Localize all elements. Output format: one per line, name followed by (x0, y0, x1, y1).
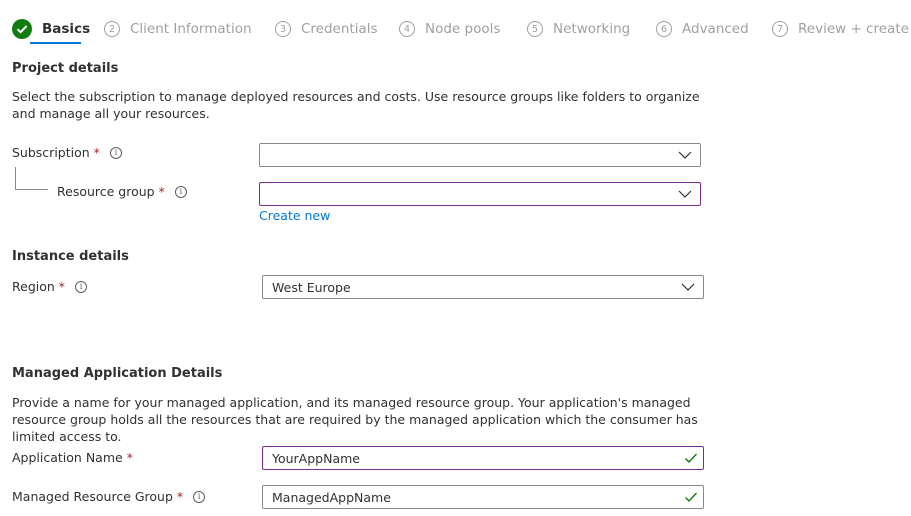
tab-label: Node pools (425, 21, 501, 37)
managed-resource-group-label-text: Managed Resource Group (12, 489, 173, 504)
chevron-down-icon (678, 190, 692, 198)
subscription-label: Subscription * i (12, 145, 122, 160)
required-marker: * (158, 184, 165, 199)
subscription-dropdown[interactable] (259, 143, 701, 167)
project-details-description: Select the subscription to manage deploy… (12, 89, 700, 121)
step-number: 2 (104, 21, 120, 37)
tab-label: Networking (553, 21, 631, 37)
checkmark-icon (685, 492, 698, 503)
active-tab-indicator (30, 42, 81, 44)
required-marker: * (93, 145, 100, 160)
info-icon[interactable]: i (75, 280, 88, 293)
tree-connector (15, 189, 48, 190)
resource-group-label-text: Resource group (57, 184, 155, 199)
region-label-text: Region (12, 279, 55, 294)
managed-app-heading: Managed Application Details (12, 366, 223, 381)
tab-label: Basics (42, 21, 91, 37)
info-icon[interactable]: i (109, 146, 122, 159)
tab-label: Client Information (130, 21, 252, 37)
tab-credentials[interactable]: 3 Credentials (275, 17, 378, 41)
info-icon[interactable]: i (193, 490, 206, 503)
create-new-link[interactable]: Create new (259, 208, 330, 223)
region-value: West Europe (272, 279, 351, 295)
region-dropdown[interactable]: West Europe (262, 275, 704, 299)
subscription-label-text: Subscription (12, 145, 90, 160)
step-number: 3 (275, 21, 291, 37)
tab-advanced[interactable]: 6 Advanced (656, 17, 749, 41)
required-marker: * (126, 450, 133, 465)
app-name-label: Application Name * (12, 450, 133, 465)
tree-connector (15, 167, 16, 189)
step-number: 4 (399, 21, 415, 37)
tab-label: Credentials (301, 21, 378, 37)
required-marker: * (176, 489, 184, 504)
info-icon[interactable]: i (174, 185, 187, 198)
resource-group-dropdown[interactable] (259, 182, 701, 206)
project-details-heading: Project details (12, 61, 119, 76)
region-label: Region * i (12, 279, 88, 294)
checkmark-circle-icon (12, 19, 32, 39)
step-number: 6 (656, 21, 672, 37)
required-marker: * (58, 279, 66, 294)
managed-resource-group-value: ManagedAppName (272, 489, 391, 505)
tab-label: Review + create (798, 21, 909, 37)
tab-client-information[interactable]: 2 Client Information (104, 17, 252, 41)
managed-app-description: Provide a name for your managed applicat… (12, 395, 698, 444)
step-number: 7 (772, 21, 788, 37)
managed-resource-group-label: Managed Resource Group * i (12, 489, 206, 504)
checkmark-icon (685, 453, 698, 464)
app-name-label-text: Application Name (12, 450, 123, 465)
step-number: 5 (527, 21, 543, 37)
tab-node-pools[interactable]: 4 Node pools (399, 17, 500, 41)
app-name-value: YourAppName (272, 450, 360, 466)
app-name-input[interactable]: YourAppName (262, 446, 704, 470)
tab-basics[interactable]: Basics (12, 17, 90, 41)
resource-group-label: Resource group * i (57, 184, 187, 199)
tab-review-create[interactable]: 7 Review + create (772, 17, 909, 41)
tab-networking[interactable]: 5 Networking (527, 17, 630, 41)
managed-resource-group-input[interactable]: ManagedAppName (262, 485, 704, 509)
instance-details-heading: Instance details (12, 249, 129, 264)
wizard-tabs: Basics 2 Client Information 3 Credential… (0, 0, 911, 50)
chevron-down-icon (678, 151, 692, 159)
tab-label: Advanced (682, 21, 749, 37)
chevron-down-icon (681, 283, 695, 291)
